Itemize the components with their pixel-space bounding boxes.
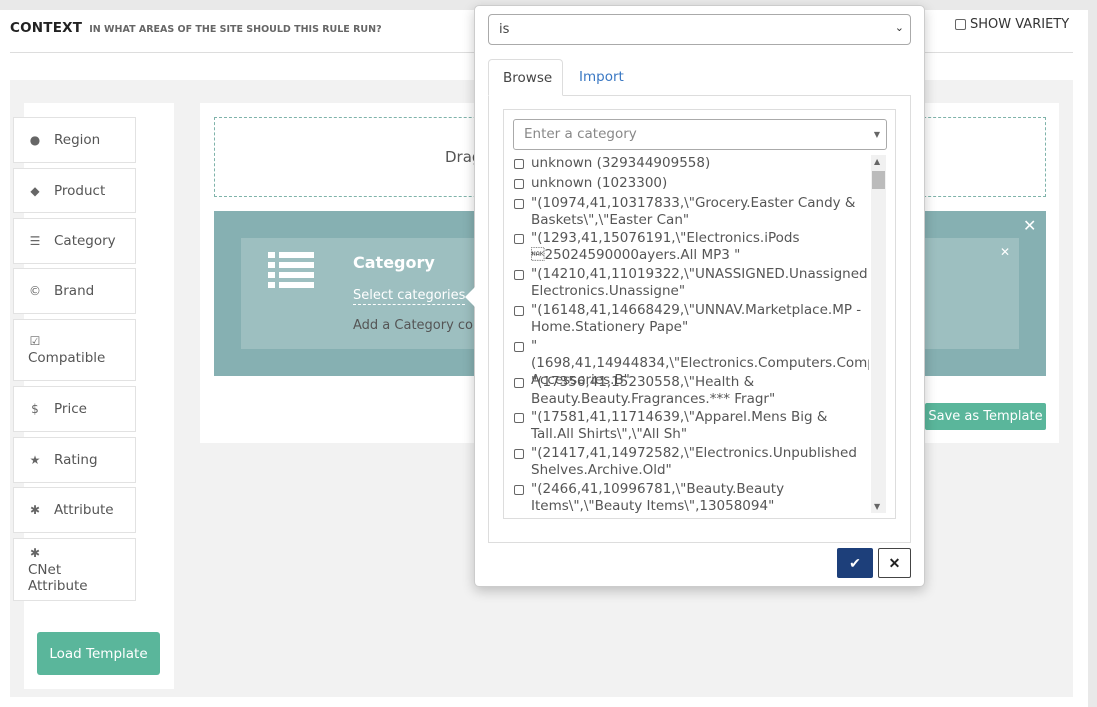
tab-browse[interactable]: Browse: [488, 59, 563, 96]
sidebar-item-label: Product: [54, 182, 106, 199]
load-template-button[interactable]: Load Template: [37, 632, 160, 675]
context-subheading: IN WHAT AREAS OF THE SITE SHOULD THIS RU…: [89, 24, 382, 35]
sidebar-item-label: Region: [54, 132, 101, 148]
show-variety-toggle[interactable]: SHOW VARIETY: [955, 17, 1069, 32]
list-item[interactable]: "(2466,41,10996781,\"Beauty.Beauty Items…: [514, 481, 868, 515]
sidebar-item-attribute[interactable]: ✱ Attribute: [13, 487, 136, 533]
show-variety-label: SHOW VARIETY: [970, 17, 1070, 32]
list-item[interactable]: "(14210,41,11019322,\"UNASSIGNED.Unassig…: [514, 266, 868, 300]
list-item[interactable]: "(17581,41,11714639,\"Apparel.Mens Big &…: [514, 409, 868, 443]
options-scrollbar[interactable]: ▲ ▼: [871, 155, 886, 513]
tag-icon: ◆: [30, 183, 40, 198]
scroll-thumb[interactable]: [872, 171, 885, 189]
category-helper-text: Add a Category co: [353, 318, 474, 333]
option-checkbox[interactable]: [514, 179, 524, 189]
operator-select[interactable]: is ⌄: [488, 14, 911, 45]
option-checkbox[interactable]: [514, 485, 524, 495]
scroll-up-icon[interactable]: ▲: [874, 157, 880, 166]
option-checkbox[interactable]: [514, 378, 524, 388]
asterisk-icon: ✱: [29, 545, 41, 560]
check-square-icon: ☑: [29, 334, 41, 348]
sidebar-item-category[interactable]: ☰ Category: [13, 218, 136, 264]
list-item[interactable]: unknown (329344909558): [514, 155, 868, 172]
sidebar-item-label: Brand: [54, 283, 95, 299]
sidebar-item-label: Category: [54, 233, 116, 249]
option-label: "(17356,41,15230558,\"Health & Beauty.Be…: [531, 374, 776, 407]
sidebar-item-price[interactable]: $ Price: [13, 386, 136, 432]
sidebar-item-cnet-attribute[interactable]: ✱ CNet Attribute: [13, 538, 136, 601]
sidebar-item-compatible[interactable]: ☑ Compatible: [13, 319, 136, 381]
option-checkbox[interactable]: [514, 199, 524, 209]
close-condition-icon[interactable]: ✕: [1000, 245, 1010, 259]
cnet-attribute-row: ✱: [28, 546, 42, 560]
option-label: "(14210,41,11019322,\"UNASSIGNED.Unassig…: [531, 266, 868, 299]
option-label: "(21417,41,14972582,\"Electronics.Unpubl…: [531, 445, 862, 478]
cancel-button[interactable]: ✕: [878, 548, 911, 578]
check-icon: ✔: [849, 554, 861, 571]
option-checkbox[interactable]: [514, 159, 524, 169]
category-options-list: unknown (329344909558) unknown (1023300)…: [504, 152, 869, 516]
dollar-icon: $: [31, 402, 39, 416]
list-item[interactable]: "(17356,41,15230558,\"Health & Beauty.Be…: [514, 374, 868, 408]
option-label: "(2466,41,10996781,\"Beauty.Beauty Items…: [531, 481, 789, 514]
caret-down-icon: ▼: [873, 130, 880, 139]
globe-icon: ●: [29, 133, 41, 147]
confirm-button[interactable]: ✔: [837, 548, 873, 578]
option-label: "(1293,41,15076191,\"Electronics.iPods …: [531, 230, 804, 263]
list-icon: [268, 252, 314, 288]
sidebar-item-brand[interactable]: © Brand: [13, 268, 136, 314]
option-label: "(17581,41,11714639,\"Apparel.Mens Big &…: [531, 409, 832, 442]
tab-import[interactable]: Import: [565, 59, 638, 96]
sidebar-item-label: Compatible: [28, 350, 106, 366]
option-label: "(16148,41,14668429,\"UNNAV.Marketplace.…: [531, 302, 866, 335]
sidebar-item-label: Rating: [54, 452, 98, 468]
list-icon: ☰: [29, 234, 41, 248]
option-checkbox[interactable]: [514, 449, 524, 459]
sidebar-item-label: Attribute: [54, 502, 114, 518]
context-heading: CONTEXT: [10, 20, 83, 36]
popover-arrow: [465, 287, 475, 307]
sidebar-item-rating[interactable]: ★ Rating: [13, 437, 136, 483]
chevron-down-icon: ⌄: [894, 21, 904, 34]
sidebar-item-label: Price: [54, 401, 87, 417]
save-as-template-button[interactable]: Save as Template: [925, 403, 1046, 430]
option-label: unknown (329344909558): [531, 155, 711, 171]
option-checkbox[interactable]: [514, 234, 524, 244]
select-categories-link[interactable]: Select categories: [353, 288, 466, 305]
list-item[interactable]: "(16148,41,14668429,\"UNNAV.Marketplace.…: [514, 302, 868, 336]
list-item[interactable]: "(21417,41,14972582,\"Electronics.Unpubl…: [514, 445, 868, 479]
page-title: CONTEXT IN WHAT AREAS OF THE SITE SHOULD…: [10, 17, 382, 36]
list-item[interactable]: unknown (1023300): [514, 175, 868, 192]
option-label: unknown (1023300): [531, 175, 668, 191]
option-checkbox[interactable]: [514, 270, 524, 280]
close-icon: ✕: [888, 554, 901, 571]
category-search-placeholder: Enter a category: [524, 126, 637, 142]
show-variety-checkbox[interactable]: [955, 19, 966, 30]
sidebar-item-product[interactable]: ◆ Product: [13, 168, 136, 213]
option-label: "(10974,41,10317833,\"Grocery.Easter Can…: [531, 195, 860, 228]
category-search-input[interactable]: Enter a category ▼: [513, 119, 887, 150]
asterisk-icon: ✱: [29, 503, 41, 517]
star-icon: ★: [29, 453, 41, 467]
option-checkbox[interactable]: [514, 413, 524, 423]
option-checkbox[interactable]: [514, 342, 524, 352]
close-group-icon[interactable]: ✕: [1023, 216, 1036, 235]
option-checkbox[interactable]: [514, 306, 524, 316]
sidebar-item-region[interactable]: ● Region: [13, 117, 136, 163]
category-title: Category: [353, 253, 435, 272]
sidebar-item-label: CNet Attribute: [28, 561, 88, 594]
scroll-down-icon[interactable]: ▼: [874, 502, 880, 511]
list-item[interactable]: "(1293,41,15076191,\"Electronics.iPods …: [514, 230, 868, 264]
operator-value: is: [499, 22, 510, 37]
copyright-icon: ©: [29, 284, 41, 298]
list-item[interactable]: "(10974,41,10317833,\"Grocery.Easter Can…: [514, 195, 868, 229]
